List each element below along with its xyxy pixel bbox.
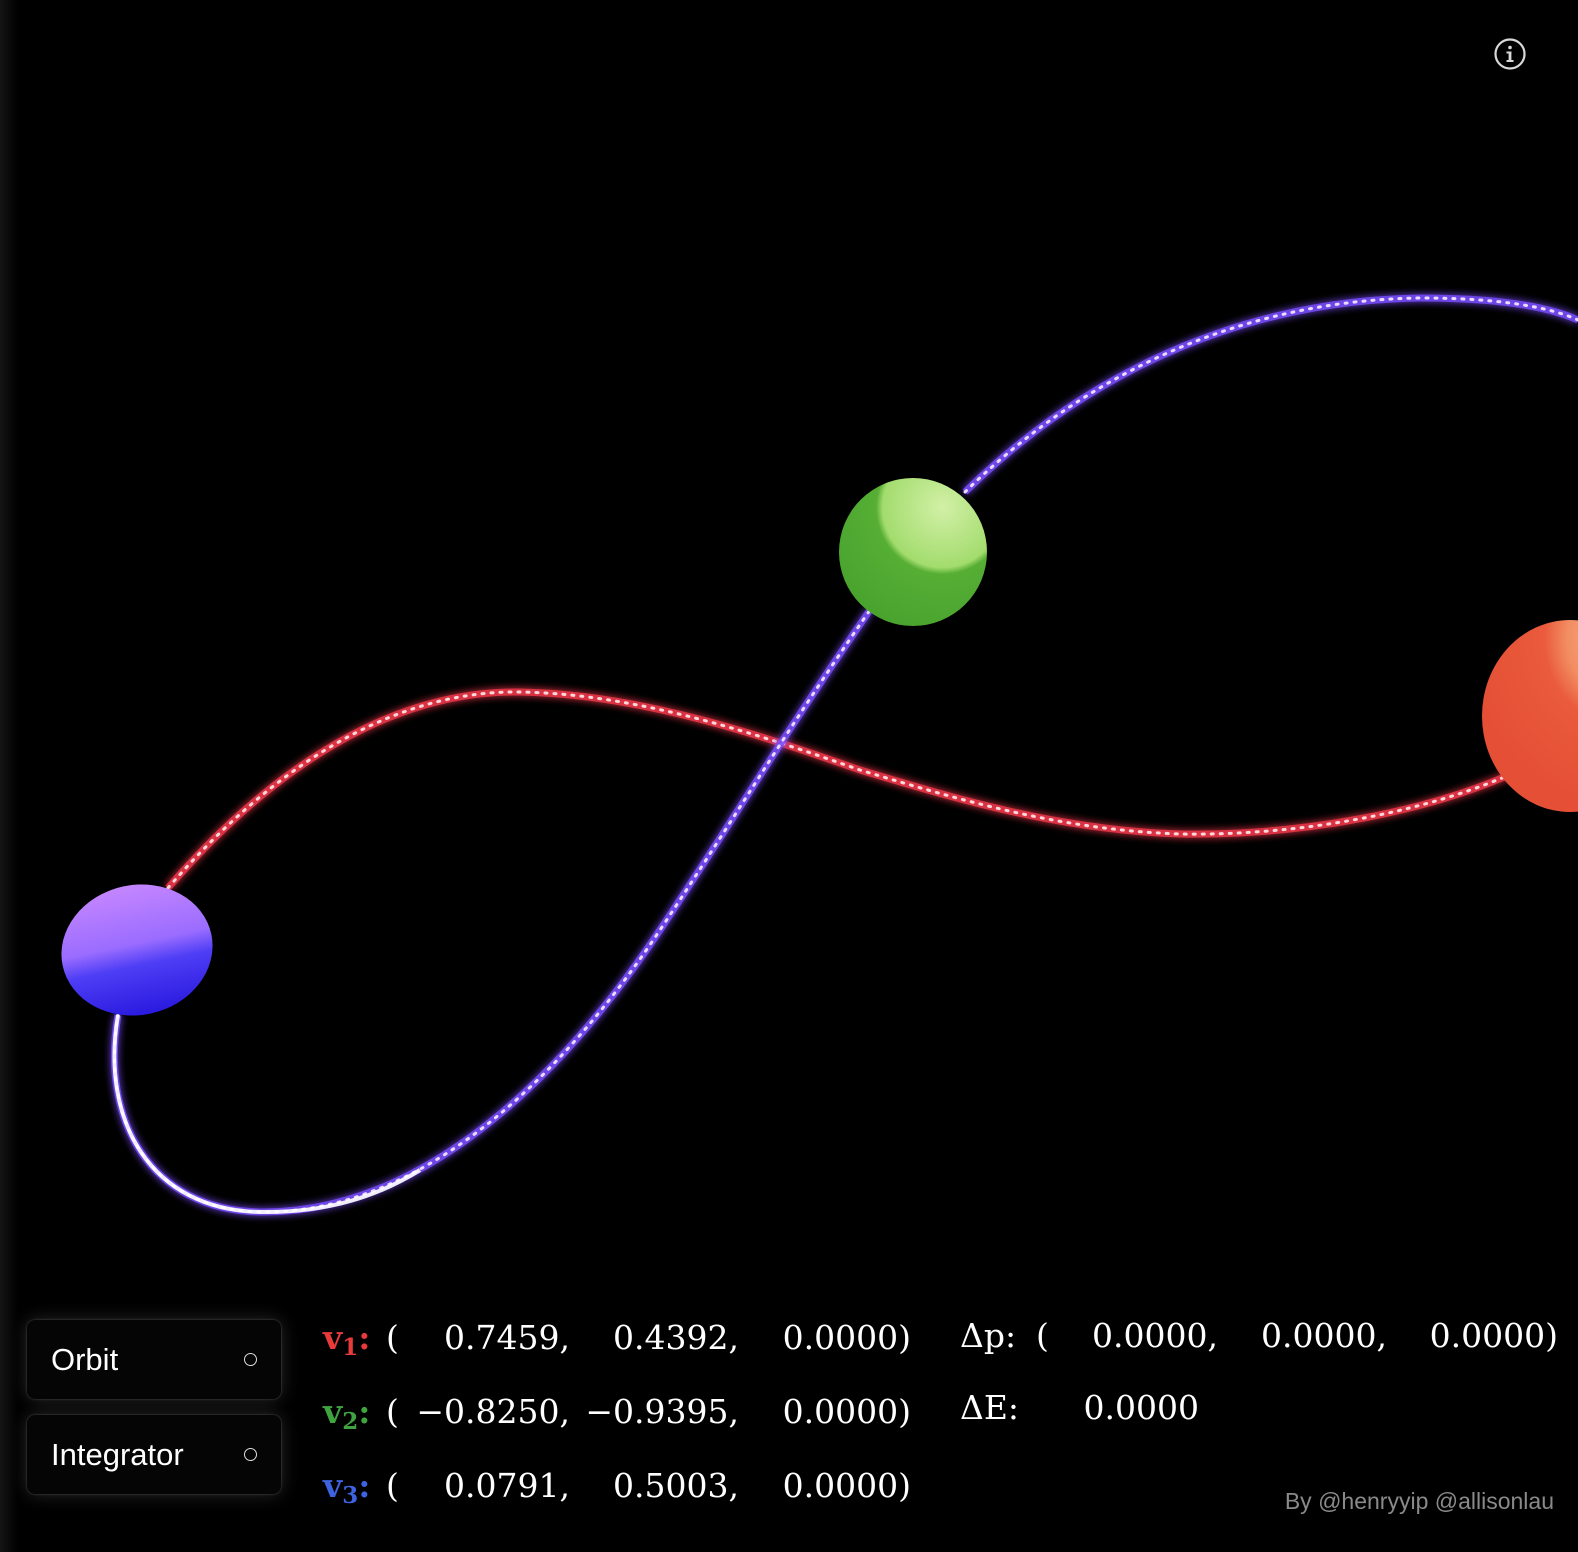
- delta-e-label: ΔE:: [960, 1388, 1020, 1427]
- v3-y: 0.5003,: [613, 1466, 739, 1505]
- velocity-row-3: v3: ( 0.0791, 0.5003, 0.0000): [323, 1466, 911, 1509]
- v3-x: 0.0791,: [444, 1466, 570, 1505]
- velocity-label-3: v3:: [323, 1466, 371, 1509]
- delta-e-value: 0.0000: [1083, 1388, 1199, 1427]
- v3-z: 0.0000): [782, 1466, 911, 1505]
- delta-p-z: 0.0000): [1429, 1316, 1558, 1355]
- trail-body-3: [111, 294, 1578, 1216]
- credit-text: By @henryyip @allisonlau: [1284, 1488, 1554, 1514]
- delta-momentum-row: Δp: ( 0.0000, 0.0000, 0.0000): [960, 1316, 1558, 1355]
- delta-p-y: 0.0000,: [1261, 1316, 1387, 1355]
- radio-circle-icon: [244, 1448, 257, 1461]
- delta-p-x: 0.0000,: [1092, 1316, 1218, 1355]
- delta-energy-row: ΔE: 0.0000: [0, 1388, 1578, 1432]
- trail-body-1: [165, 688, 1522, 891]
- delta-p-label: Δp:: [960, 1316, 1017, 1355]
- info-icon[interactable]: [1492, 36, 1528, 72]
- body-2-sphere[interactable]: [839, 478, 987, 626]
- body-3-sphere[interactable]: [49, 871, 225, 1030]
